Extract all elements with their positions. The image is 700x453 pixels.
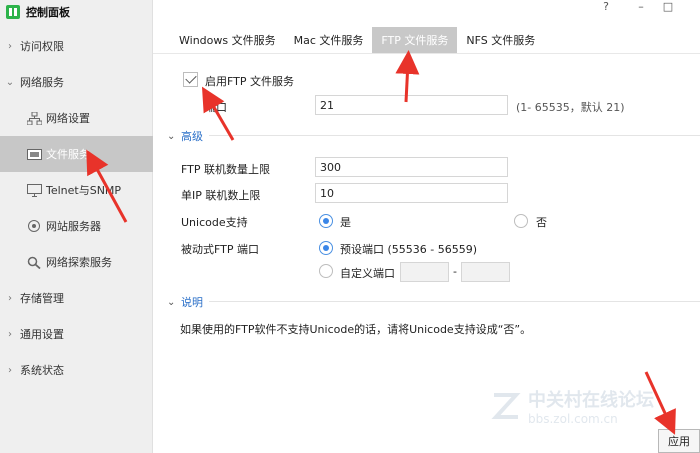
notes-text: 如果使用的FTP软件不支持Unicode的话，请将Unicode支持设成“否”。	[180, 323, 532, 336]
sidebar: 控制面板 › 访问权限 ⌄ 网络服务 网络设置 文件服务 Telnet与SNMP…	[0, 0, 153, 453]
watermark-line2: bbs.zol.com.cn	[528, 412, 618, 426]
telnet-icon	[26, 183, 42, 197]
file-service-icon	[26, 147, 42, 161]
tab-windows-file-service[interactable]: Windows 文件服务	[170, 27, 285, 53]
sidebar-subitem-label: 网络设置	[46, 112, 90, 125]
passive-port-label: 被动式FTP 端口	[181, 243, 259, 256]
chevron-right-icon: ›	[8, 40, 12, 52]
apply-button[interactable]: 应用	[658, 429, 700, 453]
network-icon	[26, 111, 42, 125]
watermark-logo-icon	[491, 393, 521, 419]
maximize-button[interactable]: □	[655, 0, 681, 16]
chevron-down-icon: ⌄	[167, 296, 176, 308]
passive-default-label: 预设端口 (55536 - 56559)	[340, 243, 478, 256]
passive-port-end-input[interactable]	[461, 262, 510, 282]
tab-divider	[153, 53, 700, 54]
passive-default-radio[interactable]	[319, 241, 333, 255]
app-window: 控制面板 › 访问权限 ⌄ 网络服务 网络设置 文件服务 Telnet与SNMP…	[0, 0, 700, 453]
chevron-right-icon: ›	[8, 328, 12, 340]
app-title-text: 控制面板	[26, 6, 70, 19]
sidebar-subitem-network-settings[interactable]: 网络设置	[0, 100, 153, 136]
port-label: 端口	[205, 101, 227, 114]
unicode-yes-label: 是	[340, 216, 351, 229]
passive-port-dash: -	[453, 265, 457, 278]
passive-custom-label: 自定义端口	[340, 267, 395, 280]
tab-ftp-file-service[interactable]: FTP 文件服务	[372, 27, 458, 53]
max-connections-label: FTP 联机数量上限	[181, 163, 270, 176]
port-input[interactable]: 21	[315, 95, 508, 115]
tab-bar: Windows 文件服务 Mac 文件服务 FTP 文件服务 NFS 文件服务	[170, 27, 544, 53]
sidebar-item-label: 网络服务	[20, 76, 64, 89]
minimize-button[interactable]: –	[628, 0, 654, 16]
unicode-no-radio[interactable]	[514, 214, 528, 228]
sidebar-item-label: 系统状态	[20, 364, 64, 377]
sidebar-item-label: 通用设置	[20, 328, 64, 341]
watermark-line1: 中关村在线论坛	[528, 390, 654, 411]
chevron-right-icon: ›	[8, 364, 12, 376]
sidebar-subitem-label: 网站服务器	[46, 220, 101, 233]
sidebar-subitem-label: 文件服务	[46, 148, 90, 161]
enable-ftp-label: 启用FTP 文件服务	[205, 75, 294, 88]
notes-section-header[interactable]: ⌄ 说明	[167, 294, 203, 310]
advanced-section-title: 高级	[181, 130, 203, 143]
sidebar-subitem-label: 网络探索服务	[46, 256, 112, 269]
sidebar-subitem-telnet-snmp[interactable]: Telnet与SNMP	[0, 172, 153, 208]
advanced-section-header[interactable]: ⌄ 高级	[167, 128, 203, 144]
web-server-icon	[26, 219, 42, 233]
max-connections-input[interactable]: 300	[315, 157, 508, 177]
tab-mac-file-service[interactable]: Mac 文件服务	[285, 27, 373, 53]
per-ip-limit-label: 单IP 联机数上限	[181, 189, 261, 202]
sidebar-item-network-services[interactable]: ⌄ 网络服务	[0, 64, 153, 100]
help-button[interactable]: ?	[593, 0, 619, 16]
chevron-down-icon: ⌄	[167, 130, 176, 142]
sidebar-item-label: 访问权限	[20, 40, 64, 53]
advanced-divider	[209, 135, 700, 136]
notes-divider	[209, 301, 700, 302]
sidebar-subitem-label: Telnet与SNMP	[46, 184, 122, 197]
sidebar-subitem-file-service[interactable]: 文件服务	[0, 136, 153, 172]
watermark: 中关村在线论坛 bbs.zol.com.cn	[490, 386, 654, 426]
per-ip-limit-input[interactable]: 10	[315, 183, 508, 203]
sidebar-subitem-discovery[interactable]: 网络探索服务	[0, 244, 153, 280]
sidebar-item-storage[interactable]: › 存储管理	[0, 280, 153, 316]
sidebar-item-general[interactable]: › 通用设置	[0, 316, 153, 352]
chevron-down-icon: ⌄	[5, 76, 15, 88]
discovery-icon	[26, 255, 42, 269]
passive-custom-radio[interactable]	[319, 264, 333, 278]
unicode-support-label: Unicode支持	[181, 216, 248, 229]
chevron-right-icon: ›	[8, 292, 12, 304]
sidebar-item-system-status[interactable]: › 系统状态	[0, 352, 153, 388]
unicode-no-label: 否	[536, 216, 547, 229]
enable-ftp-checkbox[interactable]	[183, 72, 198, 87]
sidebar-item-label: 存储管理	[20, 292, 64, 305]
unicode-yes-radio[interactable]	[319, 214, 333, 228]
passive-port-start-input[interactable]	[400, 262, 449, 282]
port-hint: (1- 65535，默认 21)	[516, 101, 625, 114]
app-title: 控制面板	[6, 4, 70, 20]
sidebar-subitem-web-server[interactable]: 网站服务器	[0, 208, 153, 244]
tab-nfs-file-service[interactable]: NFS 文件服务	[457, 27, 544, 53]
app-logo-icon	[6, 5, 20, 19]
notes-section-title: 说明	[181, 296, 203, 309]
sidebar-item-access[interactable]: › 访问权限	[0, 28, 153, 64]
